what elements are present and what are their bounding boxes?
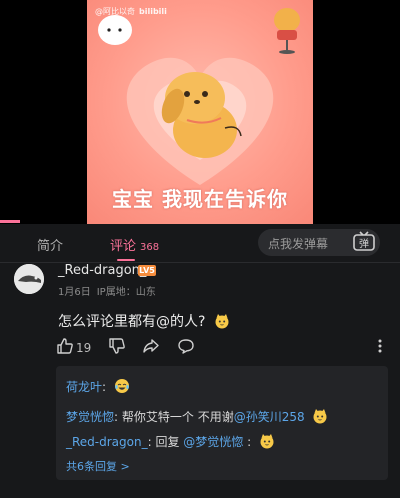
thumb-down-icon[interactable] bbox=[108, 337, 126, 355]
comment-actions: 19 bbox=[0, 337, 400, 359]
cat-emoji-icon bbox=[215, 314, 229, 329]
reply-preview-box[interactable]: 荷龙叶: 梦觉恍惚: 帮你艾特一个 不用谢@孙笑川258 _Red-dragon… bbox=[56, 366, 388, 480]
more-vertical-icon[interactable] bbox=[372, 337, 388, 355]
reply-text: 回复 bbox=[151, 435, 184, 449]
laughing-cry-emoji-icon bbox=[114, 379, 129, 393]
reply-author[interactable]: 梦觉恍惚 bbox=[66, 410, 114, 424]
video-watermark: @阿比以奇 bilibili bbox=[95, 6, 167, 17]
video-player[interactable]: @阿比以奇 bilibili 宝宝 我现在告诉你 bbox=[0, 0, 400, 224]
video-frame: @阿比以奇 bilibili 宝宝 我现在告诉你 bbox=[87, 0, 313, 224]
active-tab-indicator bbox=[117, 259, 135, 261]
tab-bar: 简介 评论 368 点我发弹幕 弹 bbox=[0, 224, 400, 263]
reply-author[interactable]: 荷龙叶 bbox=[66, 380, 102, 394]
comment-text: 怎么评论里都有@的人? bbox=[58, 311, 230, 331]
reply-suffix: : bbox=[243, 435, 252, 449]
cat-emoji-icon bbox=[313, 409, 327, 424]
tab-intro-label: 简介 bbox=[37, 239, 64, 254]
tab-intro[interactable]: 简介 bbox=[37, 235, 63, 254]
reply-mention[interactable]: @孙笑川258 bbox=[234, 410, 305, 424]
comment-date: 1月6日 bbox=[58, 287, 91, 298]
reply-text: 帮你艾特一个 不用谢 bbox=[118, 410, 234, 424]
reply-mention[interactable]: @梦觉恍惚 bbox=[183, 435, 243, 449]
danmaku-placeholder: 点我发弹幕 bbox=[268, 237, 329, 251]
comment-text-content: 怎么评论里都有@的人? bbox=[58, 314, 206, 330]
video-caption: 宝宝 我现在告诉你 bbox=[112, 187, 288, 211]
reply-item[interactable]: 荷龙叶: bbox=[66, 378, 130, 395]
tab-comments[interactable]: 评论 368 bbox=[110, 235, 159, 254]
share-icon[interactable] bbox=[142, 337, 160, 355]
bilibili-logo: bilibili bbox=[139, 7, 167, 16]
svg-text:弹: 弹 bbox=[359, 237, 369, 250]
video-progress-bar[interactable] bbox=[0, 220, 20, 223]
like-count: 19 bbox=[76, 341, 92, 355]
danmaku-toggle-icon[interactable]: 弹 bbox=[352, 231, 376, 253]
reply-separator: : bbox=[102, 380, 107, 394]
comment-ip-location: IP属地：山东 bbox=[96, 287, 156, 298]
thumb-up-icon[interactable] bbox=[56, 337, 74, 355]
comment-username[interactable]: _Red-dragon_ bbox=[58, 263, 146, 278]
view-all-replies-link[interactable]: 共6条回复 > bbox=[66, 458, 130, 474]
reply-item[interactable]: _Red-dragon_: 回复 @梦觉恍惚 : bbox=[66, 433, 275, 450]
comments-count: 368 bbox=[140, 242, 160, 253]
reply-item[interactable]: 梦觉恍惚: 帮你艾特一个 不用谢@孙笑川258 bbox=[66, 408, 328, 425]
comment-icon[interactable] bbox=[177, 337, 195, 355]
comment-meta: 1月6日 IP属地：山东 bbox=[58, 283, 162, 298]
reply-author[interactable]: _Red-dragon_ bbox=[66, 435, 148, 449]
cat-emoji-icon bbox=[260, 434, 274, 449]
watermark-handle: @阿比以奇 bbox=[95, 7, 135, 16]
danmaku-input[interactable]: 点我发弹幕 弹 bbox=[258, 229, 380, 256]
avatar-image bbox=[14, 264, 44, 294]
tab-comments-label: 评论 bbox=[110, 239, 137, 254]
level-badge: LV5 bbox=[138, 265, 156, 276]
avatar[interactable] bbox=[14, 264, 44, 294]
